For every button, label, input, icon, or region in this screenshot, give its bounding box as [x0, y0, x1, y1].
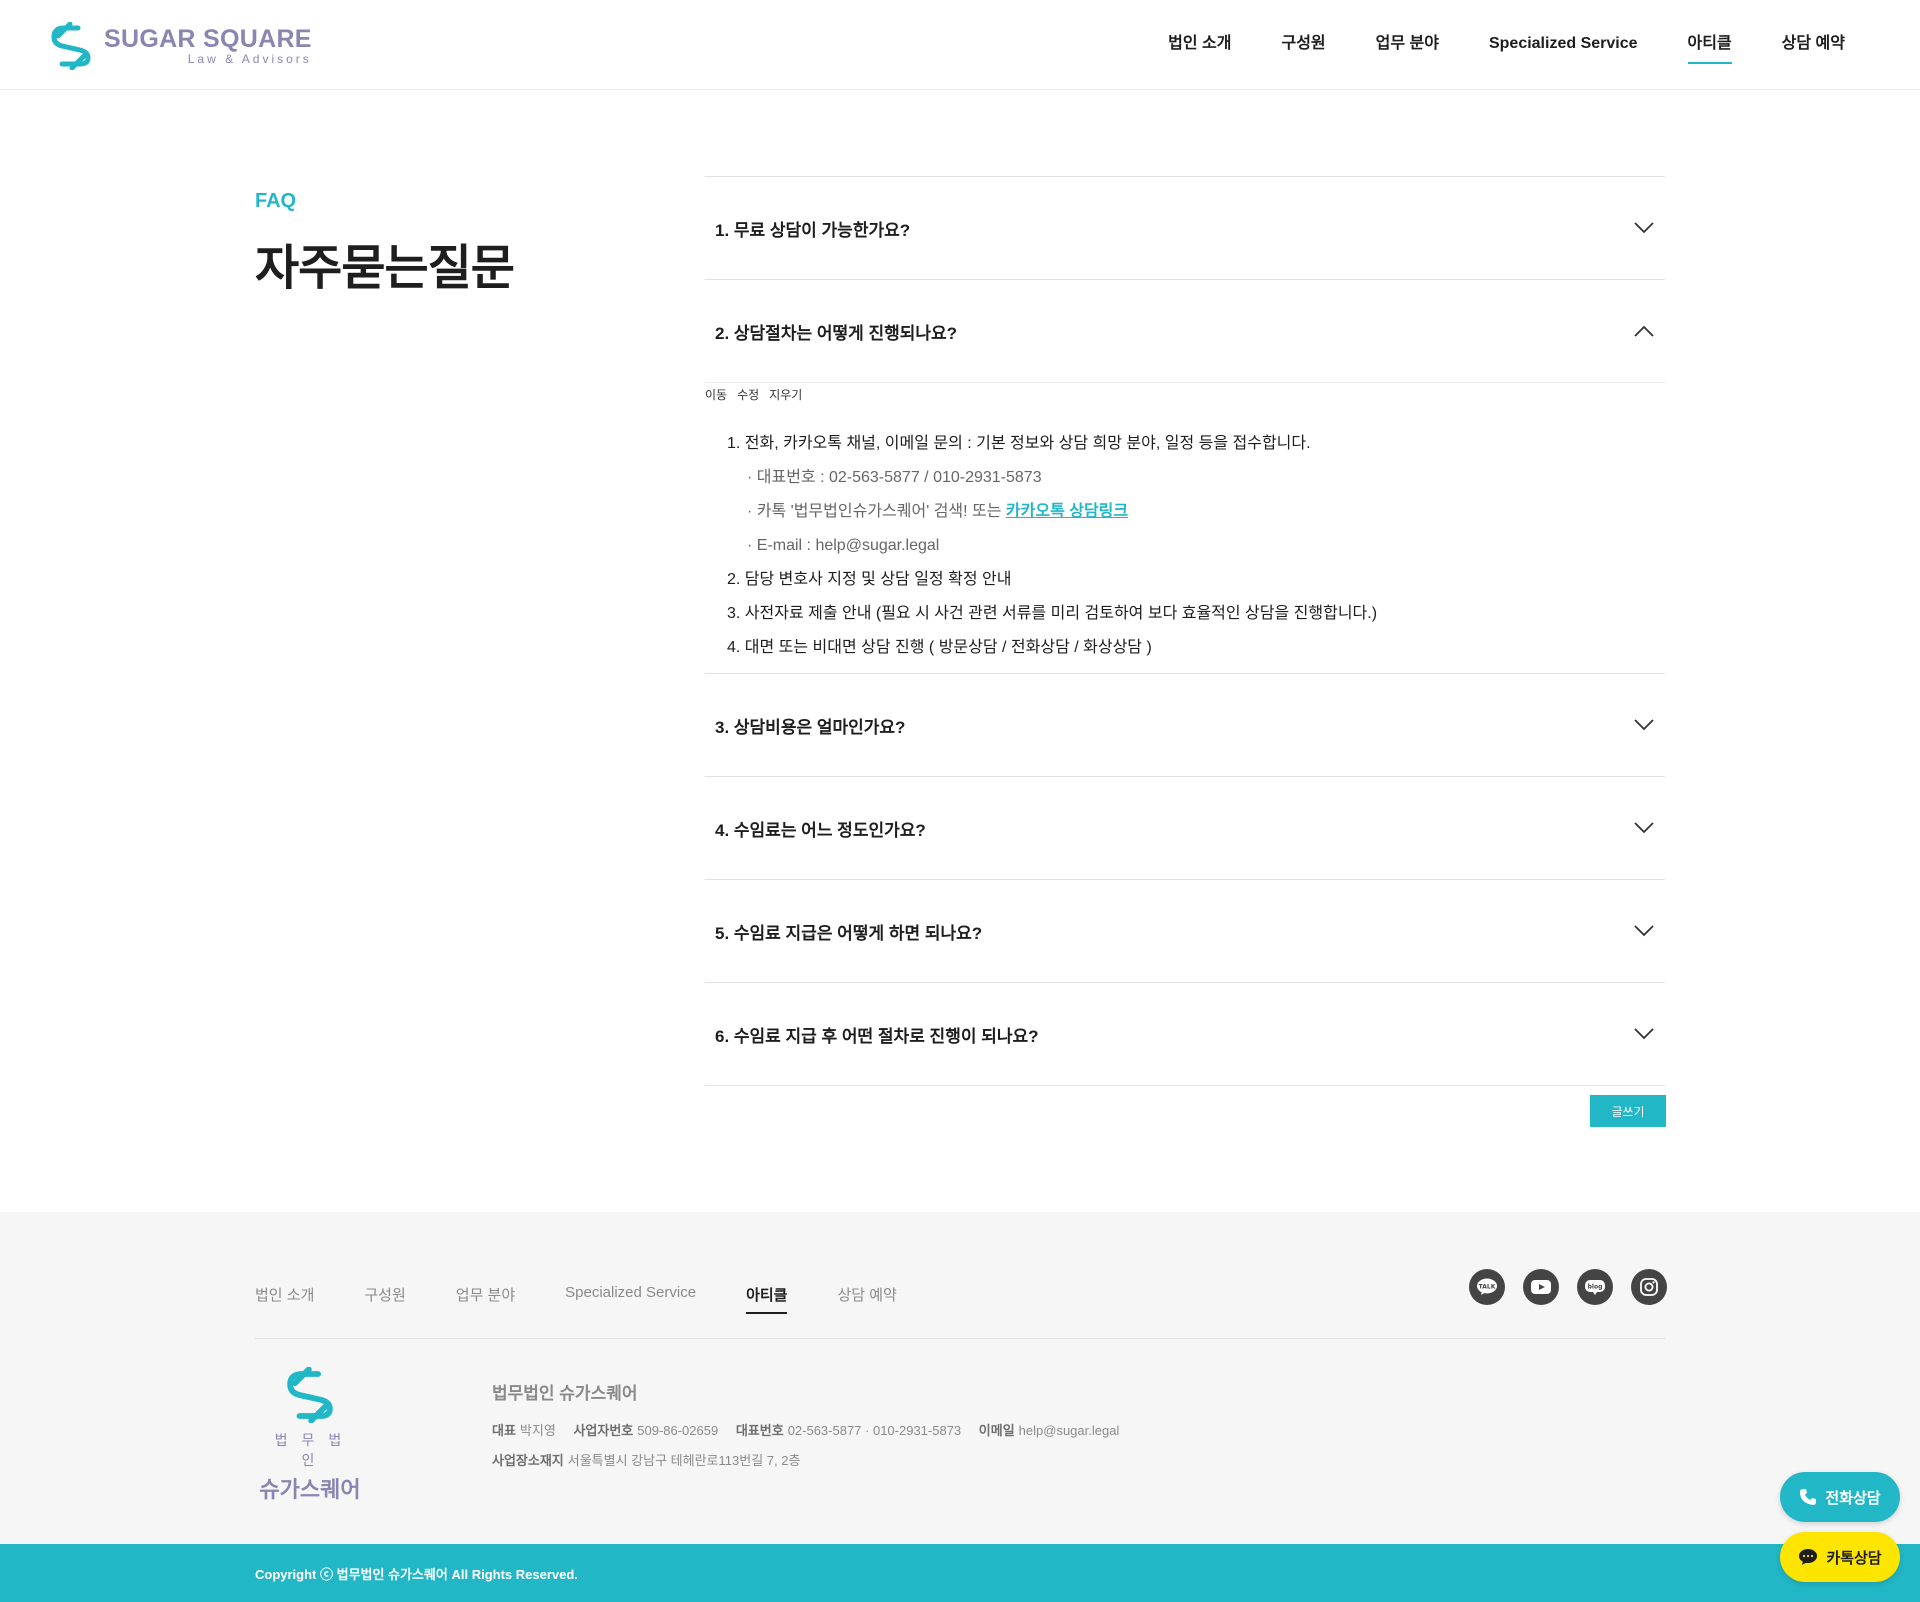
footer-logo-small: 법무법인 — [274, 1432, 356, 1468]
site-header: SUGAR SQUARE Law & Advisors 법인 소개 구성원 업무… — [0, 0, 1920, 90]
instagram-icon[interactable] — [1631, 1269, 1667, 1305]
chevron-down-icon — [1634, 1028, 1654, 1040]
addr-label: 사업장소재지 — [492, 1453, 564, 1468]
ceo-value: 박지영 — [519, 1423, 556, 1438]
faq-question-text: 6. 수임료 지급 후 어떤 절차로 진행이 되나요? — [715, 1026, 1039, 1046]
faq-item: 4. 수임료는 어느 정도인가요? — [705, 777, 1665, 880]
move-button[interactable]: 이동 — [705, 386, 727, 403]
blog-icon-label: blog — [1588, 1284, 1603, 1291]
kakao-consult-link[interactable]: 카카오톡 상담링크 — [1006, 503, 1128, 520]
answer-kakao-text: · 카톡 '법무법인슈가스퀘어' 검색! 또는 — [747, 503, 1006, 520]
answer-step-2: 2. 담당 변호사 지정 및 상담 일정 확정 안내 — [727, 571, 1012, 588]
tel-label: 대표번호 — [735, 1423, 784, 1438]
edit-tools: 이동 수정 지우기 — [705, 383, 1665, 405]
faq-answer: 이동 수정 지우기 1. 전화, 카카오톡 채널, 이메일 문의 : 기본 정보… — [705, 382, 1665, 673]
chevron-down-icon — [1634, 925, 1654, 937]
footer-nav-reservation[interactable]: 상담 예약 — [837, 1284, 896, 1308]
faq-question-1[interactable]: 1. 무료 상담이 가능한가요? — [705, 177, 1665, 279]
page-title: 자주묻는질문 — [255, 242, 515, 295]
copyright-bar: Copyright ⓒ 법무법인 슈가스퀘어 All Rights Reserv… — [0, 1544, 1920, 1602]
answer-step-4: 4. 대면 또는 비대면 상담 진행 ( 방문상담 / 전화상담 / 화상상담 … — [727, 639, 1152, 656]
email-label: 이메일 — [978, 1423, 1015, 1438]
faq-item: 5. 수임료 지급은 어떻게 하면 되나요? — [705, 880, 1665, 983]
faq-question-4[interactable]: 4. 수임료는 어느 정도인가요? — [705, 777, 1665, 879]
answer-kakao: · 카톡 '법무법인슈가스퀘어' 검색! 또는 카카오톡 상담링크 — [727, 495, 1665, 529]
kakao-talk-icon-label: TALK — [1479, 1284, 1496, 1291]
faq-label: FAQ — [255, 190, 297, 212]
nav-item-article[interactable]: 아티클 — [1687, 0, 1732, 90]
answer-email: · E-mail : help@sugar.legal — [747, 537, 940, 554]
biz-label: 사업자번호 — [573, 1423, 634, 1438]
footer-nav-practice[interactable]: 업무 분야 — [456, 1284, 515, 1308]
footer-company-name: 법무법인 슈가스퀘어 — [492, 1384, 638, 1403]
phone-consult-label: 전화상담 — [1825, 1489, 1881, 1507]
chevron-up-icon — [1634, 325, 1654, 337]
faq-question-text: 4. 수임료는 어느 정도인가요? — [715, 820, 926, 840]
blog-icon[interactable]: blog — [1577, 1269, 1613, 1305]
social-links: TALK blog — [1469, 1269, 1667, 1305]
faq-question-text: 3. 상담비용은 얼마인가요? — [715, 717, 906, 737]
logo-subtitle: Law & Advisors — [187, 52, 312, 66]
answer-phone: · 대표번호 : 02-563-5877 / 010-2931-5873 — [747, 469, 1042, 486]
faq-question-text: 1. 무료 상담이 가능한가요? — [715, 220, 911, 240]
chevron-down-icon — [1634, 222, 1654, 234]
footer-info: 대표 박지영 사업자번호 509-86-02659 대표번호 02-563-5877 … — [492, 1420, 1119, 1439]
faq-item: 3. 상담비용은 얼마인가요? — [705, 674, 1665, 777]
faq-question-5[interactable]: 5. 수임료 지급은 어떻게 하면 되나요? — [705, 880, 1665, 982]
logo-mark-icon — [51, 22, 91, 70]
site-footer: 법인 소개 구성원 업무 분야 Specialized Service 아티클 … — [0, 1212, 1920, 1544]
faq-question-text: 2. 상담절차는 어떻게 진행되나요? — [715, 323, 958, 343]
addr-value: 서울특별시 강남구 테헤란로113번길 7, 2층 — [567, 1453, 801, 1468]
footer-divider — [255, 1338, 1665, 1339]
footer-nav-specialized[interactable]: Specialized Service — [565, 1284, 696, 1308]
phone-consult-button[interactable]: 전화상담 — [1780, 1472, 1900, 1522]
faq-question-2[interactable]: 2. 상담절차는 어떻게 진행되나요? — [705, 280, 1665, 382]
footer-address: 사업장소재지 서울특별시 강남구 테헤란로113번길 7, 2층 — [492, 1450, 800, 1469]
answer-step-1: 1. 전화, 카카오톡 채널, 이메일 문의 : 기본 정보와 상담 희망 분야… — [727, 435, 1311, 452]
footer-logo: 법무법인 슈가스퀘어 — [255, 1366, 365, 1504]
faq-item: 1. 무료 상담이 가능한가요? — [705, 177, 1665, 280]
footer-logo-mark-icon — [287, 1366, 333, 1424]
copyright-text: Copyright ⓒ 법무법인 슈가스퀘어 All Rights Reserv… — [255, 1567, 578, 1582]
nav-item-about[interactable]: 법인 소개 — [1168, 0, 1231, 90]
footer-nav: 법인 소개 구성원 업무 분야 Specialized Service 아티클 … — [255, 1284, 947, 1314]
nav-item-specialized[interactable]: Specialized Service — [1489, 0, 1638, 90]
nav-item-practice[interactable]: 업무 분야 — [1376, 0, 1439, 90]
faq-accordion: 1. 무료 상담이 가능한가요? 2. 상담절차는 어떻게 진행되나요? 이동 … — [705, 176, 1665, 1086]
footer-nav-about[interactable]: 법인 소개 — [255, 1284, 314, 1308]
faq-item-expanded: 2. 상담절차는 어떻게 진행되나요? 이동 수정 지우기 1. 전화, 카카오… — [705, 280, 1665, 674]
kakao-talk-icon[interactable]: TALK — [1469, 1269, 1505, 1305]
email-value: help@sugar.legal — [1018, 1423, 1120, 1438]
chat-bubble-icon — [1799, 1549, 1818, 1565]
kakao-consult-label: 카톡상담 — [1826, 1549, 1882, 1567]
footer-nav-members[interactable]: 구성원 — [364, 1284, 405, 1308]
faq-question-3[interactable]: 3. 상담비용은 얼마인가요? — [705, 674, 1665, 776]
answer-content: 1. 전화, 카카오톡 채널, 이메일 문의 : 기본 정보와 상담 희망 분야… — [705, 405, 1665, 665]
edit-button[interactable]: 수정 — [737, 386, 759, 403]
ceo-label: 대표 — [492, 1423, 516, 1438]
logo-title: SUGAR SQUARE — [104, 25, 312, 53]
tel-value: 02-563-5877 · 010-2931-5873 — [787, 1423, 962, 1438]
footer-logo-big: 슈가스퀘어 — [259, 1477, 361, 1502]
nav-item-reservation[interactable]: 상담 예약 — [1782, 0, 1845, 90]
kakao-consult-button[interactable]: 카톡상담 — [1780, 1532, 1900, 1582]
delete-button[interactable]: 지우기 — [769, 386, 802, 403]
answer-step-3: 3. 사전자료 제출 안내 (필요 시 사건 관련 서류를 미리 검토하여 보다… — [727, 605, 1378, 622]
site-logo[interactable]: SUGAR SQUARE Law & Advisors — [48, 20, 312, 72]
phone-icon — [1800, 1489, 1817, 1505]
write-button[interactable]: 글쓰기 — [1590, 1095, 1666, 1127]
nav-item-members[interactable]: 구성원 — [1281, 0, 1325, 90]
biz-value: 509-86-02659 — [637, 1423, 719, 1438]
footer-nav-article[interactable]: 아티클 — [746, 1284, 788, 1314]
faq-question-6[interactable]: 6. 수임료 지급 후 어떤 절차로 진행이 되나요? — [705, 983, 1665, 1085]
faq-item: 6. 수임료 지급 후 어떤 절차로 진행이 되나요? — [705, 983, 1665, 1086]
faq-question-text: 5. 수임료 지급은 어떻게 하면 되나요? — [715, 923, 983, 943]
youtube-icon[interactable] — [1523, 1269, 1559, 1305]
chevron-down-icon — [1634, 822, 1654, 834]
main-nav: 법인 소개 구성원 업무 분야 Specialized Service 아티클 … — [1118, 0, 1845, 90]
chevron-down-icon — [1634, 719, 1654, 731]
